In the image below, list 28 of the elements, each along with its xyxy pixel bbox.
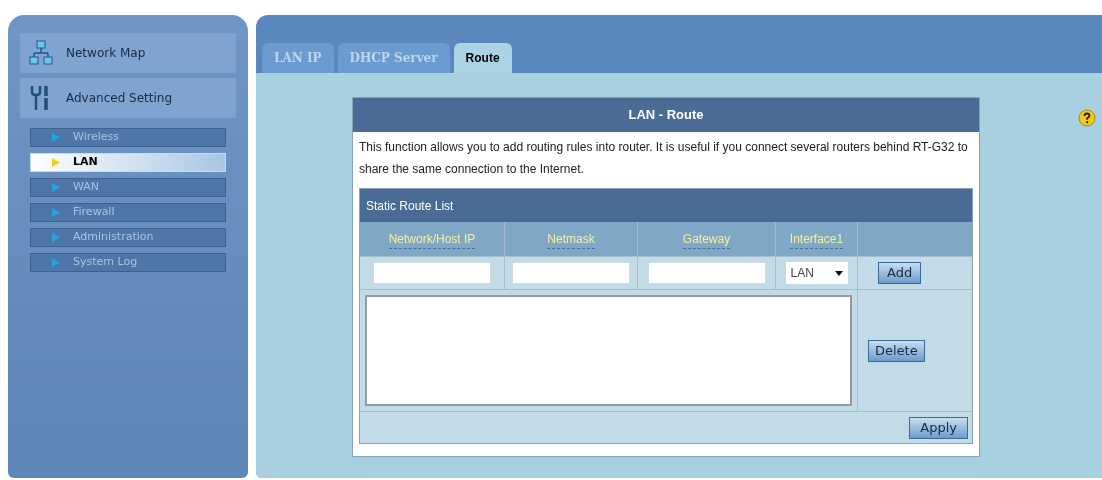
triangle-icon <box>51 132 61 143</box>
apply-button[interactable]: Apply <box>909 416 968 439</box>
sidebar-item[interactable]: LAN <box>30 153 226 172</box>
triangle-icon <box>51 232 61 243</box>
sidebar-section[interactable]: Network Map <box>20 33 236 73</box>
interface-dropdown[interactable]: LAN <box>785 262 848 284</box>
column-header: Gateway <box>682 229 731 249</box>
triangle-icon <box>51 157 61 168</box>
column-header: Interface1 <box>789 229 844 249</box>
column-header: Netmask <box>547 229 595 249</box>
route-list[interactable] <box>365 295 852 406</box>
list-title: Static Route List <box>360 189 972 222</box>
card-title: LAN - Route <box>353 98 979 132</box>
caret-icon <box>834 270 843 276</box>
sidebar-section[interactable]: Advanced Setting <box>20 78 236 118</box>
tab[interactable]: Route <box>453 43 512 73</box>
delete-button[interactable]: Delete <box>868 339 925 362</box>
add-button[interactable]: Add <box>878 262 922 284</box>
network-icon <box>28 40 54 66</box>
triangle-icon <box>51 207 61 218</box>
help-icon[interactable] <box>1078 109 1096 127</box>
triangle-icon <box>51 257 61 268</box>
text-field[interactable] <box>373 262 491 284</box>
text-field[interactable] <box>512 262 630 284</box>
column-header: Network/Host IP <box>388 229 476 249</box>
triangle-icon <box>51 182 61 193</box>
description-text: This function allows you to add routing rules into router. It is useful if you connect several routers behind RT-G32 to share the same connection to the Internet. <box>358 139 969 178</box>
text-field[interactable] <box>647 262 766 284</box>
